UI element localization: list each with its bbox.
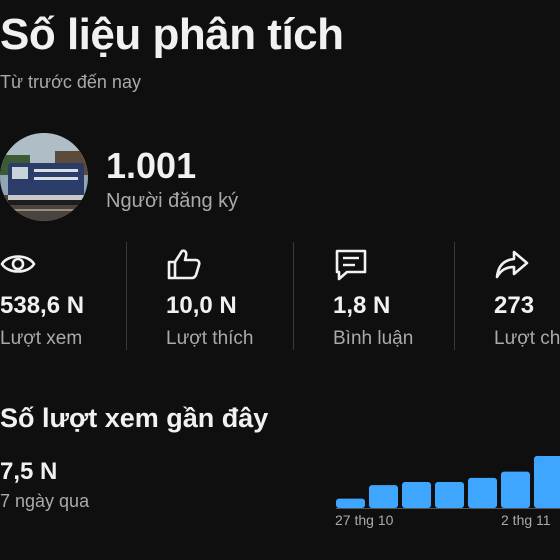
share-icon xyxy=(495,250,529,279)
page-subtitle: Từ trước đến nay xyxy=(0,72,141,92)
chart-bar[interactable] xyxy=(336,498,365,508)
recent-views-title: Số lượt xem gần đây xyxy=(0,403,269,433)
stat-comments[interactable]: 1,8 N Bình luận xyxy=(333,240,483,355)
chart-bar[interactable] xyxy=(435,482,464,508)
chart-bar[interactable] xyxy=(501,471,530,508)
recent-views-value: 7,5 N xyxy=(0,458,58,485)
comments-label: Bình luận xyxy=(333,328,414,349)
shares-label: Lượt chia sẻ xyxy=(494,328,560,349)
views-label: Lượt xem xyxy=(0,328,83,349)
comment-icon xyxy=(335,249,367,281)
shares-value: 273 xyxy=(494,292,535,319)
recent-views-period: 7 ngày qua xyxy=(0,491,90,511)
comments-value: 1,8 N xyxy=(333,292,391,319)
thumbs-up-icon xyxy=(167,249,201,280)
channel-avatar[interactable] xyxy=(0,133,88,221)
chart-bar[interactable] xyxy=(534,456,560,508)
stat-shares[interactable]: 273 Lượt chia sẻ xyxy=(494,240,560,355)
chart-bar[interactable] xyxy=(402,482,431,508)
subscriber-count: 1.001 xyxy=(106,145,197,186)
likes-value: 10,0 N xyxy=(166,292,237,319)
divider xyxy=(293,242,294,350)
eye-icon xyxy=(0,255,36,273)
x-tick-label: 27 thg 10 xyxy=(335,512,394,528)
x-tick-label: 2 thg 11 xyxy=(501,512,551,528)
page-title: Số liệu phân tích xyxy=(0,10,344,59)
divider xyxy=(126,242,127,350)
subscriber-label: Người đăng ký xyxy=(106,190,239,212)
divider xyxy=(454,242,455,350)
chart-bar[interactable] xyxy=(468,477,497,508)
stat-views[interactable]: 538,6 N Lượt xem xyxy=(0,240,150,355)
chart-bar[interactable] xyxy=(369,485,398,508)
views-value: 538,6 N xyxy=(0,292,85,319)
likes-label: Lượt thích xyxy=(166,328,254,349)
